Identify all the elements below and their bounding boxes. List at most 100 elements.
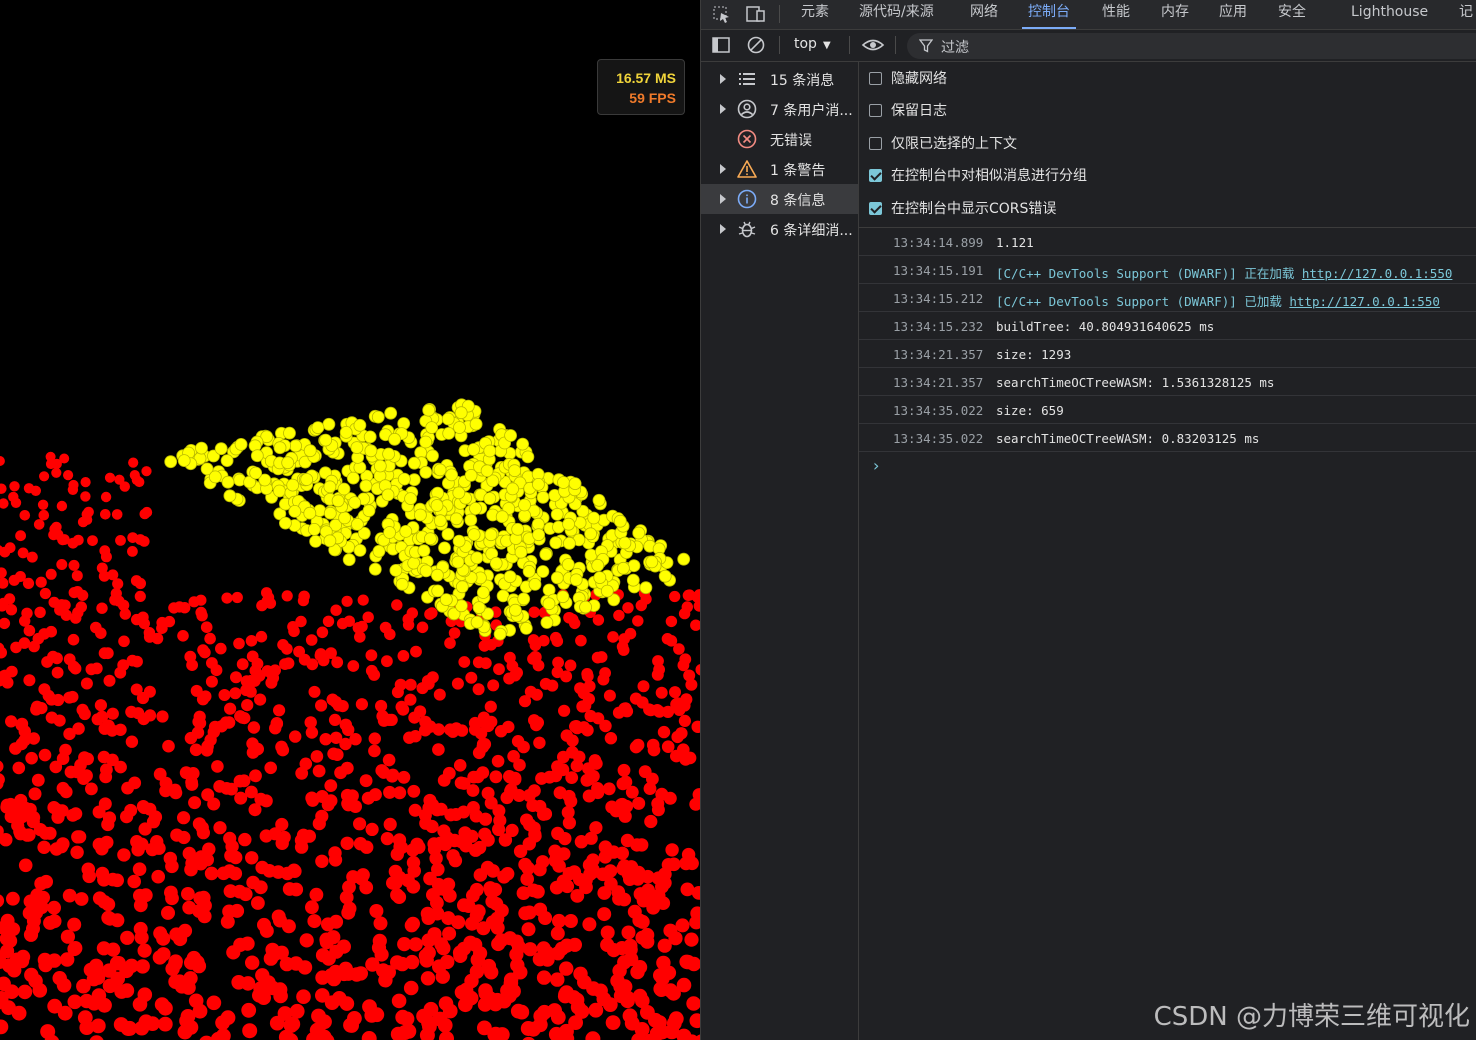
sidebar-item-errors[interactable]: 无错误 bbox=[701, 124, 858, 154]
expand-arrow-icon[interactable] bbox=[720, 224, 726, 234]
log-line[interactable]: 13:34:15.212 [C/C++ DevTools Support (DWA… bbox=[859, 284, 1476, 312]
point-mark bbox=[302, 829, 316, 843]
tab-security[interactable]: 安全 bbox=[1278, 0, 1306, 29]
expand-arrow-icon[interactable] bbox=[720, 194, 726, 204]
point-mark bbox=[73, 830, 87, 844]
selected-point-mark bbox=[373, 459, 387, 473]
point-mark bbox=[369, 904, 384, 918]
point-mark bbox=[119, 608, 131, 620]
clear-console-icon[interactable] bbox=[746, 35, 766, 55]
point-mark bbox=[130, 835, 144, 849]
context-selector[interactable]: top ▼ bbox=[794, 36, 831, 52]
point-mark bbox=[640, 593, 652, 605]
sidebar-item-warnings[interactable]: 1 条警告 bbox=[701, 154, 858, 184]
sidebar-item-user-messages[interactable]: 7 条用户消... bbox=[701, 94, 858, 124]
tab-console[interactable]: 控制台 bbox=[1022, 0, 1076, 29]
sidebar-item-verbose[interactable]: 6 条详细消... bbox=[701, 214, 858, 244]
point-mark bbox=[51, 467, 62, 478]
selected-point-mark bbox=[288, 504, 302, 518]
point-mark bbox=[67, 537, 79, 549]
sidebar-item-info[interactable]: 8 条信息 bbox=[701, 184, 858, 214]
point-mark bbox=[264, 597, 277, 609]
point-mark bbox=[125, 735, 139, 748]
point-mark bbox=[113, 1017, 129, 1032]
filter-input[interactable]: 过滤 bbox=[907, 33, 1476, 59]
tab-performance[interactable]: 性能 bbox=[1102, 0, 1130, 29]
point-mark bbox=[95, 627, 107, 639]
expand-arrow-icon[interactable] bbox=[720, 104, 726, 114]
console-prompt[interactable]: › bbox=[873, 456, 879, 475]
selected-point-mark bbox=[407, 456, 421, 470]
sidebar-item-messages[interactable]: 15 条消息 bbox=[701, 64, 858, 94]
selected-point-mark bbox=[388, 432, 402, 446]
preserve-log-checkbox[interactable] bbox=[869, 104, 882, 117]
tab-application[interactable]: 应用 bbox=[1219, 0, 1247, 29]
point-mark bbox=[537, 807, 550, 821]
log-line[interactable]: 13:34:35.022 searchTimeOCTreeWASM: 0.8320… bbox=[859, 424, 1476, 452]
point-mark bbox=[644, 814, 658, 829]
inspect-element-icon[interactable] bbox=[711, 4, 733, 24]
point-mark bbox=[233, 774, 247, 788]
point-mark bbox=[8, 491, 19, 503]
selected-point-mark bbox=[348, 496, 362, 510]
point-mark bbox=[536, 855, 550, 869]
point-mark bbox=[277, 830, 291, 844]
point-mark bbox=[153, 926, 168, 941]
point-mark bbox=[69, 807, 83, 821]
sidebar-toggle-icon[interactable] bbox=[711, 35, 731, 55]
sidebar-item-label: 无错误 bbox=[770, 133, 812, 149]
tab-lighthouse[interactable]: Lighthouse bbox=[1351, 0, 1428, 29]
log-line[interactable]: 13:34:21.357 searchTimeOCTreeWASM: 1.5361… bbox=[859, 368, 1476, 396]
tab-network[interactable]: 网络 bbox=[970, 0, 998, 29]
point-mark bbox=[0, 1019, 9, 1035]
selected-point-mark bbox=[307, 523, 321, 536]
point-mark bbox=[340, 836, 354, 850]
point-mark bbox=[655, 971, 670, 986]
point-mark bbox=[342, 723, 355, 737]
log-line[interactable]: 13:34:15.191 [C/C++ DevTools Support (DWA… bbox=[859, 256, 1476, 284]
point-mark bbox=[269, 722, 282, 735]
point-mark bbox=[442, 888, 457, 903]
point-mark bbox=[368, 744, 381, 758]
point-mark bbox=[570, 889, 585, 903]
show-cors-checkbox[interactable] bbox=[869, 202, 882, 215]
tab-divider bbox=[779, 5, 780, 23]
tab-sources[interactable]: 源代码/来源 bbox=[859, 0, 934, 29]
device-toggle-icon[interactable] bbox=[745, 4, 767, 24]
expand-arrow-icon[interactable] bbox=[720, 74, 726, 84]
log-line[interactable]: 13:34:14.899 1.121 bbox=[859, 228, 1476, 256]
log-link[interactable]: http://127.0.0.1:550 bbox=[1302, 266, 1453, 281]
point-mark bbox=[476, 737, 490, 751]
log-link[interactable]: http://127.0.0.1:550 bbox=[1289, 294, 1440, 309]
point-mark bbox=[349, 967, 364, 982]
point-mark bbox=[109, 594, 121, 606]
webgl-viewport[interactable]: 16.57 MS 59 FPS bbox=[0, 0, 700, 1040]
point-mark bbox=[183, 971, 198, 986]
point-mark bbox=[623, 872, 637, 886]
point-mark bbox=[673, 703, 686, 717]
point-mark bbox=[156, 616, 168, 629]
selected-context-checkbox[interactable] bbox=[869, 137, 882, 150]
point-mark bbox=[661, 633, 674, 645]
eye-icon[interactable] bbox=[861, 36, 885, 54]
point-mark bbox=[38, 748, 52, 762]
point-mark bbox=[520, 872, 534, 886]
log-line[interactable]: 13:34:15.232 buildTree: 40.804931640625 m… bbox=[859, 312, 1476, 340]
log-line[interactable]: 13:34:35.022 size: 659 bbox=[859, 396, 1476, 424]
point-mark bbox=[433, 688, 446, 701]
point-mark bbox=[23, 674, 36, 687]
expand-arrow-icon[interactable] bbox=[720, 164, 726, 174]
tab-elements[interactable]: 元素 bbox=[801, 0, 829, 29]
tab-memory[interactable]: 内存 bbox=[1161, 0, 1189, 29]
point-mark bbox=[249, 769, 262, 783]
point-mark bbox=[395, 956, 410, 972]
selected-point-mark bbox=[289, 439, 303, 453]
point-cloud-canvas[interactable] bbox=[0, 0, 700, 1040]
group-similar-checkbox[interactable] bbox=[869, 169, 882, 182]
selected-point-mark bbox=[539, 547, 553, 561]
stats-panel[interactable]: 16.57 MS 59 FPS bbox=[597, 59, 685, 115]
hide-network-checkbox[interactable] bbox=[869, 72, 882, 85]
log-line[interactable]: 13:34:21.357 size: 1293 bbox=[859, 340, 1476, 368]
point-mark bbox=[98, 797, 112, 811]
tab-recorder[interactable]: 记 bbox=[1459, 0, 1473, 29]
